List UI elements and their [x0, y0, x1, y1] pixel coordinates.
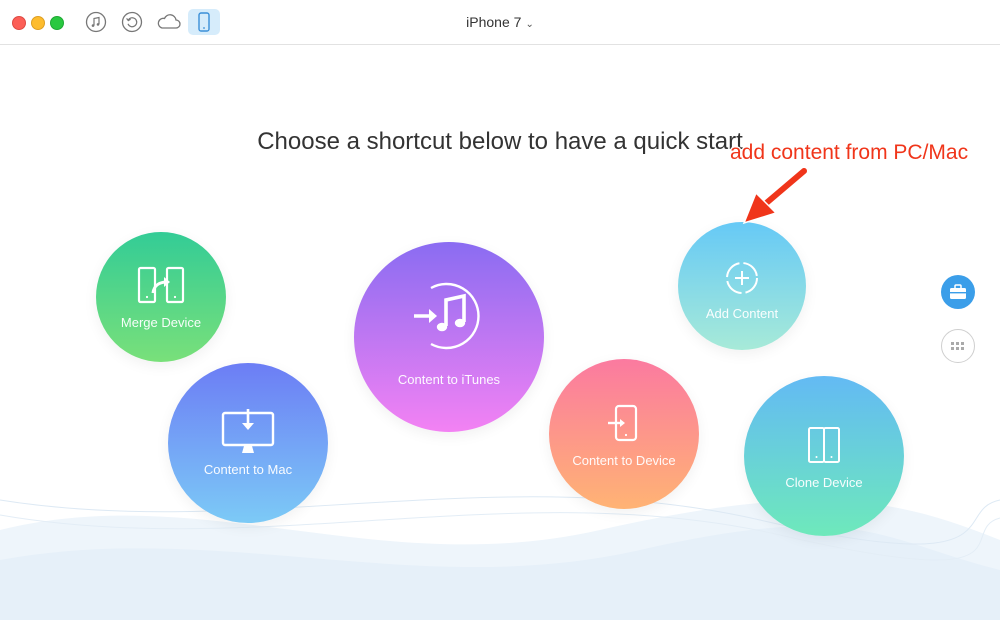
clone-device-shortcut[interactable]: Clone Device	[744, 376, 904, 536]
shortcut-label: Content to iTunes	[397, 372, 501, 387]
device-selector[interactable]: iPhone 7 ⌄	[0, 14, 1000, 30]
toolbox-button[interactable]	[941, 275, 975, 309]
add-content-icon	[726, 262, 758, 294]
clone-device-icon	[808, 427, 840, 463]
shortcut-label: Content to Mac	[203, 462, 293, 477]
grid-icon	[951, 342, 964, 350]
grid-button[interactable]	[941, 329, 975, 363]
merge-device-shortcut[interactable]: Merge Device	[96, 232, 226, 362]
toolbox-icon	[950, 284, 966, 299]
title-bar: iPhone 7 ⌄	[0, 0, 1000, 45]
shortcut-label: Add Content	[705, 306, 779, 321]
merge-device-icon	[137, 266, 185, 304]
shortcut-label: Clone Device	[785, 475, 863, 490]
content-to-device-icon	[608, 404, 638, 442]
chevron-down-icon: ⌄	[525, 19, 534, 30]
add-content-shortcut[interactable]: Add Content	[678, 222, 806, 350]
annotation-arrow-icon	[742, 166, 808, 225]
content-to-mac-icon	[221, 409, 275, 453]
shortcut-label: Content to Device	[572, 453, 676, 468]
annotation-text: add content from PC/Mac	[730, 141, 969, 164]
content-to-device-shortcut[interactable]: Content to Device	[549, 359, 699, 509]
content-to-itunes-shortcut[interactable]: Content to iTunes	[354, 242, 544, 432]
device-name: iPhone 7	[466, 14, 522, 30]
content-to-mac-shortcut[interactable]: Content to Mac	[168, 363, 328, 523]
content-to-itunes-icon	[414, 282, 480, 350]
shortcut-label: Merge Device	[120, 315, 202, 330]
